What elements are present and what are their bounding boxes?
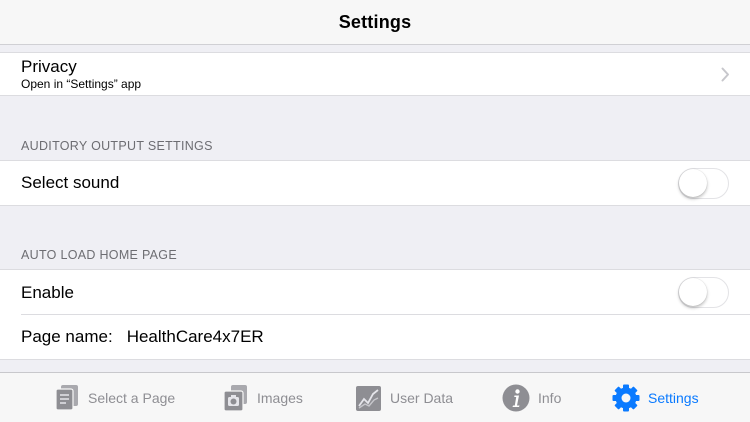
tab-label: Select a Page [88, 390, 176, 406]
navigation-bar: Settings [0, 0, 750, 45]
toggle-knob [679, 278, 707, 306]
toggle-knob [679, 169, 707, 197]
tab-label: Info [538, 390, 562, 406]
enable-cell: Enable [0, 269, 750, 315]
tab-settings[interactable]: Settings [612, 383, 699, 413]
tab-select-a-page[interactable]: Select a Page [54, 383, 175, 413]
tab-label: Images [257, 390, 303, 406]
info-icon [502, 384, 530, 412]
tab-label: User Data [390, 390, 454, 406]
chevron-right-icon [721, 67, 729, 82]
page-name-label: Page name: [21, 327, 113, 346]
page-name-value[interactable]: HealthCare4x7ER [127, 327, 264, 347]
tab-label: Settings [648, 390, 699, 406]
images-icon [223, 385, 247, 412]
pages-icon [55, 385, 78, 411]
auditory-section-header: AUDITORY OUTPUT SETTINGS [21, 139, 213, 153]
tab-images[interactable]: Images [223, 383, 303, 413]
gear-icon [612, 384, 640, 412]
page-name-cell[interactable]: Page name: HealthCare4x7ER [0, 315, 750, 360]
enable-label: Enable [21, 282, 74, 302]
tab-info[interactable]: Info [502, 383, 561, 413]
select-sound-label: Select sound [21, 173, 120, 192]
chart-icon [356, 386, 381, 411]
tab-user-data[interactable]: User Data [356, 383, 453, 413]
page-title: Settings [338, 11, 412, 32]
autoload-section-header: AUTO LOAD HOME PAGE [21, 248, 177, 262]
select-sound-toggle[interactable] [678, 168, 729, 199]
tab-bar: Select a Page Images User Data Info Sett… [0, 372, 750, 422]
select-sound-cell: Select sound [0, 160, 750, 206]
privacy-title: Privacy [21, 57, 77, 76]
enable-toggle[interactable] [678, 277, 729, 308]
privacy-cell[interactable]: Privacy Open in “Settings” app [0, 52, 750, 96]
privacy-subtitle: Open in “Settings” app [21, 77, 142, 91]
